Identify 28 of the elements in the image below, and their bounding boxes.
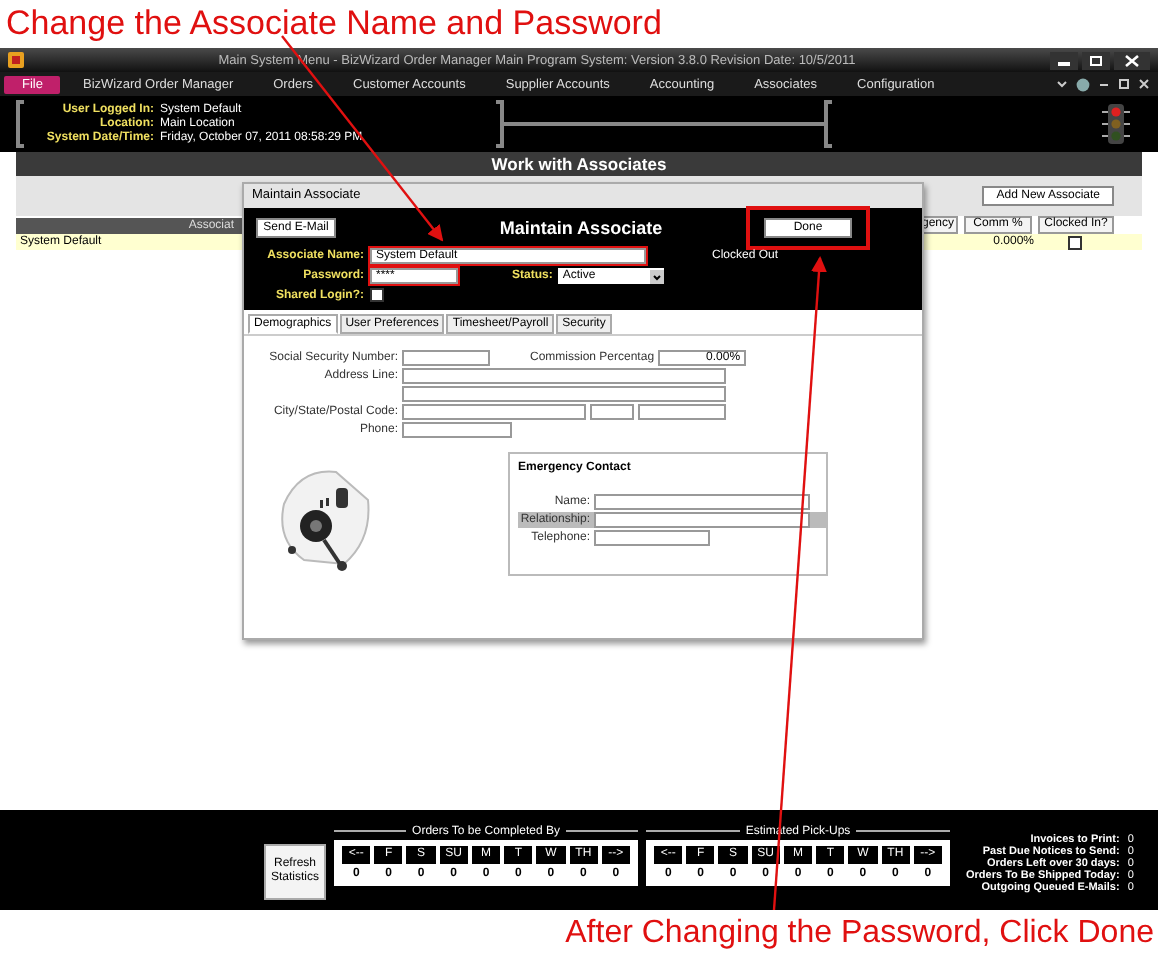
address-field[interactable]	[402, 386, 726, 402]
dialog-heading: Maintain Associate	[499, 218, 663, 238]
traffic-light-icon	[1102, 104, 1130, 144]
address-field[interactable]	[402, 368, 726, 384]
help-icon[interactable]	[1076, 77, 1090, 91]
close-icon[interactable]	[1138, 78, 1150, 90]
checkbox[interactable]	[1067, 235, 1081, 249]
restore-icon[interactable]	[1118, 78, 1130, 90]
minimize-icon[interactable]	[1098, 78, 1110, 90]
checkbox[interactable]	[370, 288, 384, 302]
phone-field[interactable]	[402, 422, 512, 438]
city-field[interactable]	[402, 404, 586, 420]
state-field[interactable]	[590, 404, 634, 420]
postal-code-field[interactable]	[638, 404, 726, 420]
chevron-icon[interactable]	[1056, 78, 1068, 90]
dropdown-arrow-icon	[650, 269, 665, 283]
app-icon	[8, 52, 24, 68]
input-field[interactable]	[594, 530, 710, 546]
restore-icon[interactable]	[1082, 51, 1110, 69]
input-field[interactable]	[594, 494, 810, 510]
minimize-icon[interactable]	[1050, 51, 1078, 69]
page-title: Work with Associates	[16, 152, 1142, 176]
annotation-text: Change the Associate Name and Password	[6, 4, 662, 44]
annotation-text: After Changing the Password, Click Done	[565, 916, 1154, 952]
close-icon[interactable]	[1114, 51, 1150, 69]
ssn-field[interactable]	[402, 350, 490, 366]
bracket-icon	[16, 100, 26, 148]
input-field[interactable]	[594, 512, 810, 528]
